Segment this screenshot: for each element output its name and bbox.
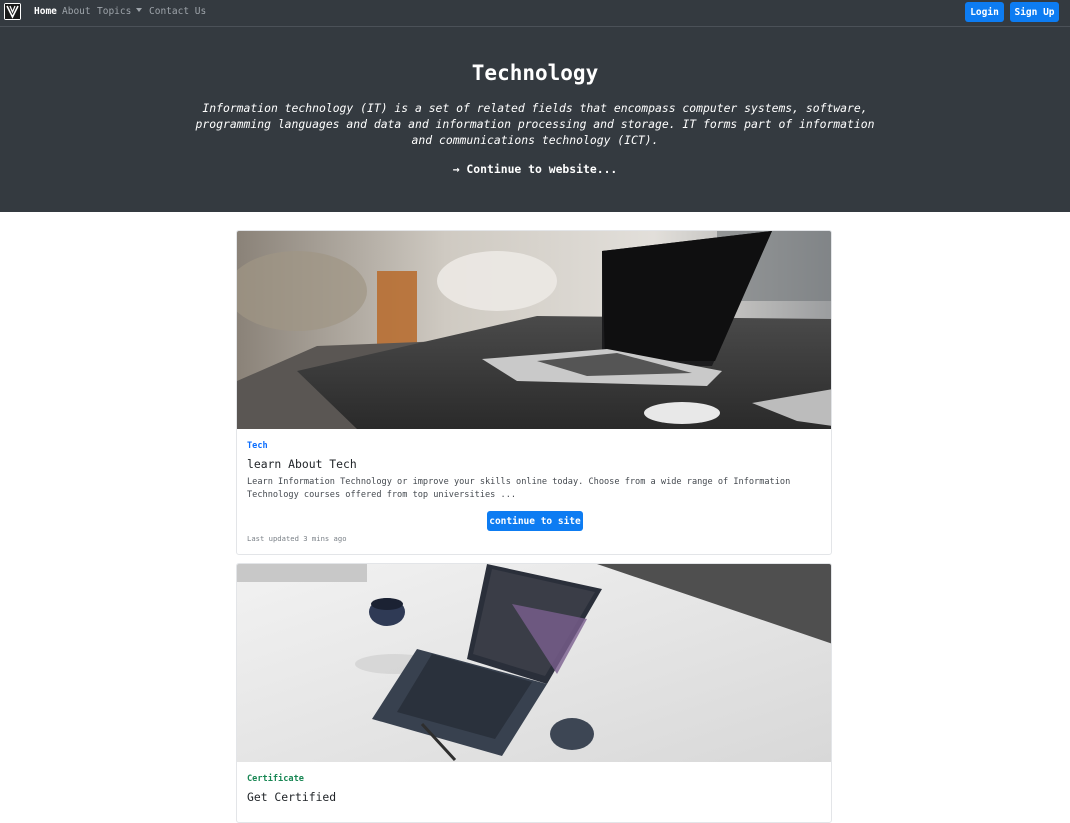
nav-topics-label: Topics: [97, 6, 132, 17]
hero-lead-text: Information technology (IT) is a set of …: [195, 101, 875, 147]
card-certificate: Certificate Get Certified: [236, 563, 832, 823]
hero-title: Technology: [471, 61, 599, 85]
continue-to-site-button[interactable]: continue to site: [487, 511, 583, 531]
chevron-down-icon: [136, 8, 143, 12]
signup-button[interactable]: Sign Up: [1010, 2, 1059, 22]
nav-topics-dropdown[interactable]: Topics: [97, 6, 143, 17]
nav-about-link[interactable]: About: [62, 6, 91, 17]
continue-to-website-link[interactable]: → Continue to website...: [0, 162, 1070, 176]
card-title: learn About Tech: [247, 457, 357, 471]
navbar: Home About Topics Contact Us Login Sign …: [0, 0, 1070, 27]
nav-contact-link[interactable]: Contact Us: [149, 6, 206, 17]
card-image-laptop: [237, 231, 831, 429]
card-category-tag: Certificate: [247, 774, 304, 784]
hero-section: Technology Information technology (IT) i…: [0, 27, 1070, 212]
login-button[interactable]: Login: [965, 2, 1004, 22]
card-description: Learn Information Technology or improve …: [247, 477, 791, 500]
nav-home-link[interactable]: Home: [34, 6, 57, 17]
card-image-tablet: [237, 564, 831, 762]
card-last-updated: Last updated 3 mins ago: [247, 534, 347, 543]
brand-logo-icon[interactable]: [4, 3, 21, 20]
card-category-tag: Tech: [247, 441, 268, 451]
card-tech: Tech learn About Tech Learn Information …: [236, 230, 832, 555]
